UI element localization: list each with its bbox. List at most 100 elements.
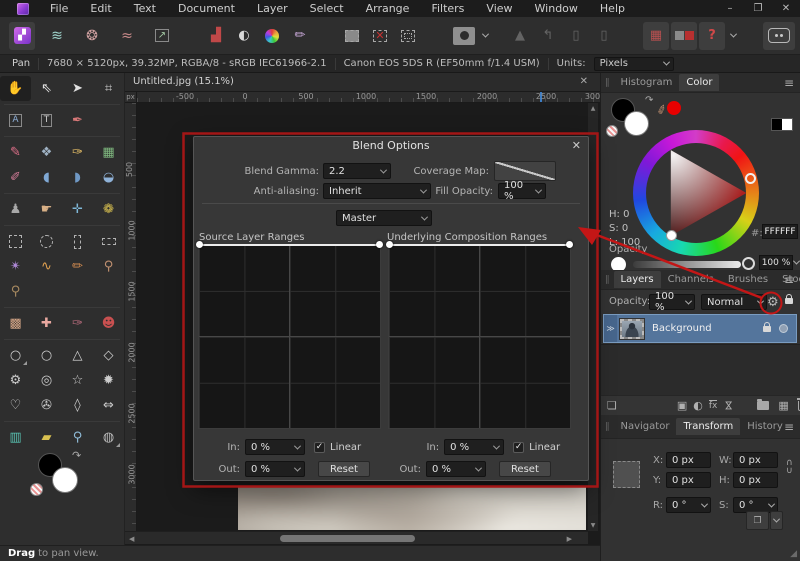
- pixel-tool[interactable]: ▦: [93, 140, 124, 165]
- anchor-point-selector[interactable]: [613, 461, 640, 488]
- background-erase-tool[interactable]: ◗: [62, 165, 93, 190]
- tab-color[interactable]: Color: [679, 74, 720, 91]
- saturation-selector[interactable]: [666, 230, 677, 241]
- tone-mapping-persona-button[interactable]: ≈: [114, 22, 140, 50]
- picked-colour-swatch[interactable]: [667, 101, 681, 115]
- transform-mode-button[interactable]: ❐: [746, 511, 769, 530]
- layer-visibility-toggle[interactable]: [779, 324, 788, 333]
- circle-shape-tool[interactable]: ○: [31, 343, 62, 368]
- insert-after-button[interactable]: ▯: [591, 22, 617, 50]
- clone-brush-tool[interactable]: ♟: [0, 197, 31, 222]
- tab-layers[interactable]: Layers: [613, 271, 661, 288]
- in-select[interactable]: 0 %: [245, 439, 305, 455]
- row-marquee-tool[interactable]: [93, 229, 124, 254]
- cog-shape-tool[interactable]: ✹: [93, 368, 124, 393]
- channel-select[interactable]: Master: [336, 210, 432, 226]
- zoom-tool[interactable]: ⚲: [62, 425, 93, 450]
- menu-select[interactable]: Select: [299, 1, 355, 16]
- quick-mask-dropdown[interactable]: [479, 22, 491, 50]
- insert-on-top-button[interactable]: ↰: [535, 22, 561, 50]
- smudge-brush-tool[interactable]: ✑: [62, 140, 93, 165]
- document-close-icon[interactable]: ✕: [580, 76, 588, 87]
- scroll-down-icon[interactable]: ▼: [588, 522, 598, 529]
- w-field[interactable]: 0 px: [733, 452, 778, 468]
- auto-colour-button[interactable]: [259, 22, 285, 50]
- range-node-left[interactable]: [196, 241, 203, 248]
- erase-brush-tool[interactable]: ◖: [31, 165, 62, 190]
- adjustment-layer-icon[interactable]: ◐: [693, 399, 703, 412]
- range-node-right[interactable]: [376, 241, 383, 248]
- opacity-slider-handle[interactable]: [742, 257, 755, 270]
- pen-tool[interactable]: ✒: [62, 108, 93, 133]
- snapping-button[interactable]: ▦: [643, 21, 669, 50]
- layer-row-background[interactable]: ≫ Background: [603, 314, 797, 343]
- layer-expand-handle[interactable]: ≫: [604, 315, 617, 342]
- reset-button[interactable]: Reset: [318, 461, 370, 477]
- flood-select-tool[interactable]: ✴: [0, 254, 31, 279]
- panel-menu-icon[interactable]: ≡: [784, 76, 794, 90]
- triangle-shape-tool[interactable]: △: [62, 343, 93, 368]
- mask-layer-icon[interactable]: ▣: [677, 399, 687, 412]
- h-field[interactable]: 0 px: [733, 472, 778, 488]
- red-eye-removal-tool[interactable]: ☻: [93, 311, 124, 336]
- tab-brushes[interactable]: Brushes: [721, 271, 775, 288]
- panel-grip-icon[interactable]: ∥: [605, 275, 610, 285]
- column-marquee-tool[interactable]: [62, 229, 93, 254]
- antialias-select[interactable]: Inherit: [323, 183, 431, 199]
- menu-view[interactable]: View: [475, 1, 523, 16]
- mesh-warp-tool[interactable]: ◍: [93, 425, 124, 450]
- healing-brush-tool[interactable]: ✛: [62, 197, 93, 222]
- insert-behind-button[interactable]: ▲: [507, 22, 533, 50]
- export-persona-button[interactable]: ↗: [149, 22, 175, 50]
- range-curve[interactable]: [389, 244, 570, 246]
- source-range-graph[interactable]: [196, 241, 383, 429]
- opacity-dropdown[interactable]: [792, 257, 800, 265]
- duplicate-layer-icon[interactable]: ❏: [607, 399, 617, 412]
- colour-format-button[interactable]: [671, 21, 697, 50]
- y-field[interactable]: 0 px: [666, 472, 711, 488]
- range-node-left[interactable]: [386, 241, 393, 248]
- gradient-tool[interactable]: ▥: [0, 425, 31, 450]
- pan-tool[interactable]: ✋: [0, 76, 31, 101]
- vertical-scrollbar[interactable]: ▲ ▼: [588, 103, 598, 531]
- hue-selector[interactable]: [745, 173, 756, 184]
- linear-checkbox[interactable]: ✓: [314, 441, 325, 453]
- donut-shape-tool[interactable]: ◎: [31, 368, 62, 393]
- close-button[interactable]: ✕: [772, 3, 800, 14]
- move-tool[interactable]: ⇖: [31, 76, 62, 101]
- underlying-range-graph[interactable]: [386, 241, 573, 429]
- node-tool[interactable]: ➤: [62, 76, 93, 101]
- ellipse-shape-tool[interactable]: ○: [0, 343, 31, 368]
- deselect-button[interactable]: ✕: [367, 22, 393, 50]
- panel-menu-icon[interactable]: ≡: [784, 273, 794, 287]
- paint-brush-tool[interactable]: ✎: [0, 140, 31, 165]
- blend-options-gear-icon[interactable]: ⚙: [767, 295, 779, 310]
- tab-histogram[interactable]: Histogram: [614, 74, 680, 91]
- document-tab[interactable]: Untitled.jpg (15.1%): [133, 76, 234, 87]
- tab-navigator[interactable]: Navigator: [614, 418, 677, 435]
- blend-gamma-select[interactable]: 2.2: [323, 163, 391, 179]
- dodge-brush-tool[interactable]: ☛: [31, 197, 62, 222]
- panel-grip-icon[interactable]: ∥: [605, 78, 610, 88]
- menu-document[interactable]: Document: [167, 1, 246, 16]
- scroll-up-icon[interactable]: ▲: [588, 105, 598, 112]
- liquify-persona-button[interactable]: ≋: [44, 22, 70, 50]
- fill-opacity-select[interactable]: 100 %: [498, 180, 546, 202]
- style-picker-tool[interactable]: ⚲: [0, 279, 31, 304]
- live-filter-icon[interactable]: ⋈: [723, 400, 734, 411]
- primary-colour-swatch[interactable]: [624, 111, 649, 136]
- panel-resize-grip[interactable]: ◢: [790, 549, 797, 559]
- menu-arrange[interactable]: Arrange: [355, 1, 421, 16]
- maximize-button[interactable]: ❐: [744, 3, 772, 14]
- gear-shape-tool[interactable]: ⚙: [0, 368, 31, 393]
- greyscale-swatch[interactable]: [771, 118, 793, 131]
- dialog-close-icon[interactable]: ✕: [572, 139, 581, 152]
- freehand-select-tool[interactable]: ∿: [31, 254, 62, 279]
- opacity-value-field[interactable]: 100 %: [759, 255, 793, 270]
- menu-filters[interactable]: Filters: [420, 1, 475, 16]
- document-image[interactable]: [238, 487, 586, 530]
- x-field[interactable]: 0 px: [666, 452, 711, 468]
- horizontal-scrollbar[interactable]: ◀ ▶: [125, 531, 588, 544]
- lock-layer-icon[interactable]: [785, 294, 793, 304]
- rotation-field[interactable]: 0 °: [666, 497, 711, 513]
